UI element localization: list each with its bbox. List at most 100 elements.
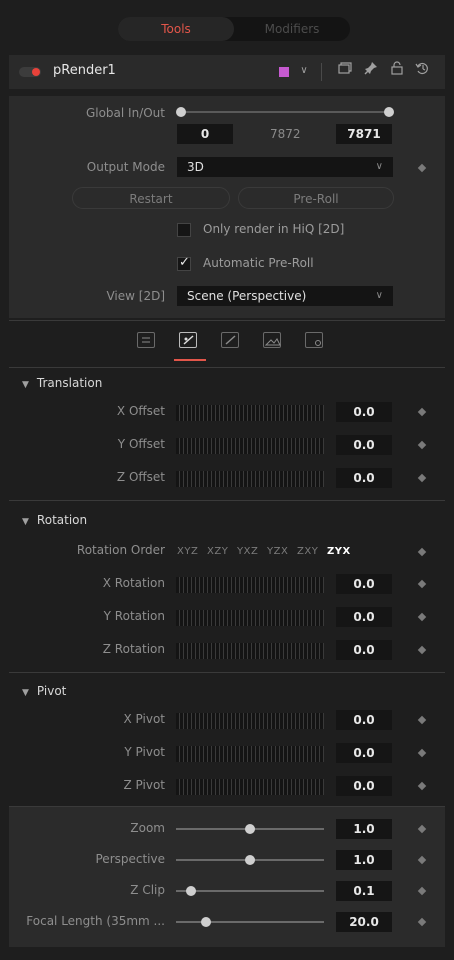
z-offset-field[interactable]: 0.0	[336, 468, 392, 488]
rotation-order-yzx[interactable]: YZX	[267, 546, 288, 557]
chevron-down-icon: ∨	[375, 290, 383, 301]
hiq-checkbox-label: Only render in HiQ [2D]	[203, 222, 345, 236]
restart-button[interactable]: Restart	[72, 187, 230, 209]
color-swatch[interactable]	[279, 67, 289, 77]
focal-length-field[interactable]: 20.0	[336, 912, 392, 932]
focal-length-label: Focal Length (35mm ...	[26, 914, 165, 928]
rotation-order-label: Rotation Order	[76, 543, 165, 557]
zoom-label: Zoom	[130, 821, 165, 835]
rotation-order-zyx[interactable]: ZYX	[327, 546, 351, 557]
active-tab-indicator	[174, 359, 206, 361]
z-rotation-field[interactable]: 0.0	[336, 640, 392, 660]
rotation-order-xzy[interactable]: XZY	[207, 546, 228, 557]
lighting-tab-icon[interactable]	[221, 332, 239, 348]
x-pivot-label: X Pivot	[123, 712, 166, 726]
auto-preroll-checkbox[interactable]: ✓	[177, 255, 191, 271]
reset-icon[interactable]	[413, 61, 431, 81]
z-offset-thumbwheel[interactable]	[176, 471, 324, 487]
global-duration-value: 7872	[270, 127, 301, 141]
node-name: pRender1	[53, 63, 116, 78]
chevron-down-icon: ▼	[22, 380, 29, 390]
view-label: View [2D]	[106, 289, 165, 303]
translation-section-header[interactable]: ▼ Translation	[22, 376, 102, 390]
section-divider	[9, 500, 445, 501]
controls-tab-icon[interactable]	[137, 332, 155, 348]
z-offset-keyframe-icon[interactable]	[417, 473, 427, 483]
z-pivot-field[interactable]: 0.0	[336, 776, 392, 796]
tab-modifiers[interactable]: Modifiers	[234, 17, 350, 41]
rotation-order-yxz[interactable]: YXZ	[237, 546, 258, 557]
settings-tab-icon[interactable]	[305, 332, 323, 348]
view-dropdown[interactable]: Scene (Perspective) ∨	[177, 286, 393, 306]
rotation-section-header[interactable]: ▼ Rotation	[22, 513, 87, 527]
y-offset-field[interactable]: 0.0	[336, 435, 392, 455]
y-pivot-keyframe-icon[interactable]	[417, 748, 427, 758]
global-out-field[interactable]: 7871	[336, 124, 392, 144]
zclip-slider-track[interactable]	[176, 890, 324, 892]
zclip-slider-handle[interactable]	[185, 886, 196, 896]
global-range-track[interactable]	[181, 111, 389, 113]
zoom-slider-handle[interactable]	[245, 824, 255, 834]
x-pivot-thumbwheel[interactable]	[176, 713, 324, 729]
x-rotation-label: X Rotation	[102, 576, 165, 590]
y-rotation-label: Y Rotation	[103, 609, 165, 623]
z-pivot-thumbwheel[interactable]	[176, 779, 324, 795]
rotation-order-zxy[interactable]: ZXY	[297, 546, 318, 557]
x-offset-field[interactable]: 0.0	[336, 402, 392, 422]
swatch-dropdown-icon[interactable]: ∨	[295, 61, 313, 81]
zoom-field[interactable]: 1.0	[336, 819, 392, 839]
y-rotation-keyframe-icon[interactable]	[417, 612, 427, 622]
focal-length-slider-track[interactable]	[176, 921, 324, 923]
output-mode-dropdown[interactable]: 3D ∨	[177, 157, 393, 177]
perspective-field[interactable]: 1.0	[336, 850, 392, 870]
y-rotation-thumbwheel[interactable]	[176, 610, 324, 626]
focal-length-slider-handle[interactable]	[200, 917, 211, 927]
global-out-handle[interactable]	[384, 107, 394, 117]
node-header: pRender1 ∨	[9, 55, 445, 89]
rotation-order-keyframe-icon[interactable]	[417, 547, 427, 557]
node-enable-toggle[interactable]	[19, 67, 41, 77]
y-offset-label: Y Offset	[117, 437, 165, 451]
zclip-field[interactable]: 0.1	[336, 881, 392, 901]
y-offset-keyframe-icon[interactable]	[417, 440, 427, 450]
x-pivot-keyframe-icon[interactable]	[417, 715, 427, 725]
global-in-handle[interactable]	[176, 107, 186, 117]
pin-icon[interactable]	[362, 61, 380, 81]
rotation-title: Rotation	[36, 513, 88, 527]
x-offset-keyframe-icon[interactable]	[417, 407, 427, 417]
y-pivot-label: Y Pivot	[124, 745, 165, 759]
panel-divider	[9, 320, 445, 321]
image-tab-icon[interactable]	[263, 332, 281, 348]
x-offset-thumbwheel[interactable]	[176, 405, 324, 421]
version-icon[interactable]	[336, 61, 354, 81]
camera-tab-icon[interactable]	[179, 332, 197, 348]
checkmark-icon: ✓	[179, 255, 190, 270]
perspective-slider-handle[interactable]	[245, 855, 255, 865]
x-rotation-field[interactable]: 0.0	[336, 574, 392, 594]
global-inout-label: Global In/Out	[85, 106, 165, 120]
pivot-section-header[interactable]: ▼ Pivot	[22, 684, 66, 698]
z-pivot-keyframe-icon[interactable]	[417, 781, 427, 791]
output-mode-value: 3D	[187, 160, 204, 174]
x-rotation-thumbwheel[interactable]	[176, 577, 324, 593]
z-rotation-label: Z Rotation	[102, 642, 165, 656]
y-pivot-thumbwheel[interactable]	[176, 746, 324, 762]
preroll-button[interactable]: Pre-Roll	[238, 187, 394, 209]
hiq-checkbox[interactable]	[177, 223, 191, 237]
y-offset-thumbwheel[interactable]	[176, 438, 324, 454]
z-rotation-keyframe-icon[interactable]	[417, 645, 427, 655]
lock-icon[interactable]	[388, 61, 406, 81]
header-divider	[321, 63, 322, 81]
zclip-label: Z Clip	[130, 883, 165, 897]
z-rotation-thumbwheel[interactable]	[176, 643, 324, 659]
chevron-down-icon: ▼	[22, 517, 29, 527]
x-offset-label: X Offset	[116, 404, 165, 418]
tab-tools[interactable]: Tools	[118, 17, 234, 41]
y-pivot-field[interactable]: 0.0	[336, 743, 392, 763]
translation-title: Translation	[36, 376, 103, 390]
y-rotation-field[interactable]: 0.0	[336, 607, 392, 627]
rotation-order-xyz[interactable]: XYZ	[177, 546, 198, 557]
global-in-field[interactable]: 0	[177, 124, 233, 144]
x-rotation-keyframe-icon[interactable]	[417, 579, 427, 589]
x-pivot-field[interactable]: 0.0	[336, 710, 392, 730]
